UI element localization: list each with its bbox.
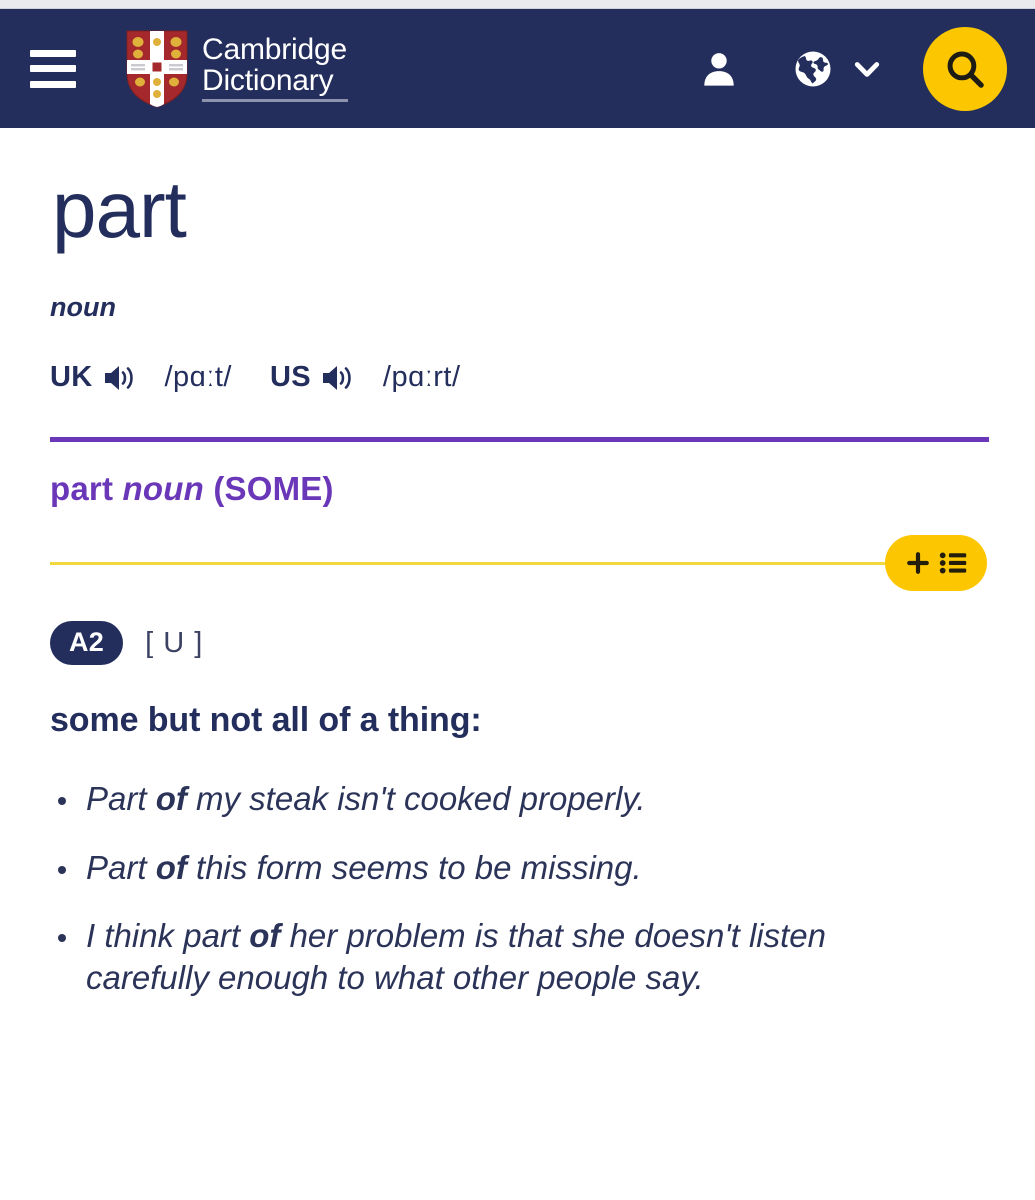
language-dropdown-chevron[interactable]	[847, 49, 887, 89]
sense-headword: part	[50, 470, 114, 507]
list-item: Part of this form seems to be missing.	[52, 847, 926, 889]
brand-line-1: Cambridge	[202, 32, 347, 66]
hamburger-menu-icon[interactable]	[30, 49, 76, 88]
hamburger-bar	[30, 65, 76, 72]
cefr-level-badge[interactable]: A2	[50, 621, 124, 666]
sense-part-of-speech: noun	[122, 470, 204, 507]
example-after: this form seems to be missing.	[186, 848, 642, 886]
amp-divider-line	[50, 561, 885, 565]
chevron-down-icon	[854, 61, 880, 77]
page-title: part	[52, 165, 187, 254]
site-logo-link[interactable]: Cambridge Dictionary	[126, 30, 348, 108]
play-audio-uk-button[interactable]	[102, 362, 138, 394]
dictionary-entry: part noun UK /pɑːt/ US /pɑːrt/ part noun…	[0, 170, 1035, 999]
globe-icon	[795, 51, 831, 86]
example-bold: of	[155, 780, 187, 818]
speaker-icon	[322, 365, 351, 390]
hamburger-bar	[30, 80, 76, 88]
example-bold: of	[155, 848, 187, 886]
search-icon	[947, 51, 984, 88]
play-audio-us-button[interactable]	[320, 362, 356, 394]
part-of-speech: noun	[50, 292, 116, 322]
account-button[interactable]	[691, 41, 747, 97]
sense-guide-word: (SOME)	[213, 470, 334, 507]
sense-divider	[50, 437, 989, 442]
examples-list: Part of my steak isn't cooked properly. …	[52, 778, 989, 999]
example-before: Part	[86, 848, 156, 886]
site-header: Cambridge Dictionary	[0, 9, 1035, 128]
example-before: Part	[86, 780, 156, 818]
speaker-icon	[104, 365, 133, 390]
list-item: Part of my steak isn't cooked properly.	[52, 778, 926, 820]
example-bold: of	[249, 916, 281, 954]
grammar-code: [ U ]	[145, 626, 204, 659]
cambridge-crest-icon	[126, 30, 188, 108]
header-actions	[691, 26, 1007, 111]
bulleted-list-icon	[939, 552, 966, 574]
browser-top-strip	[0, 0, 1035, 9]
definition-text: some but not all of a thing:	[50, 701, 482, 740]
sense-heading: part noun (SOME)	[50, 470, 989, 508]
hamburger-bar	[30, 49, 76, 57]
pronunciation-block: UK /pɑːt/ US /pɑːrt/	[50, 361, 989, 394]
list-item: I think part of her problem is that she …	[52, 915, 926, 999]
pronunciation-region-us: US	[270, 361, 311, 393]
ipa-us: /pɑːrt/	[382, 361, 461, 393]
example-before: I think part	[86, 916, 250, 954]
add-to-wordlist-button[interactable]	[885, 535, 987, 592]
plus-icon	[906, 552, 929, 575]
search-button[interactable]	[923, 26, 1007, 111]
language-selector-button[interactable]	[789, 45, 837, 93]
brand-underline	[202, 99, 348, 103]
sense-meta: A2 [ U ]	[50, 621, 989, 666]
ipa-uk: /pɑːt/	[164, 361, 232, 393]
person-icon	[704, 52, 734, 86]
wordlist-row	[50, 535, 989, 592]
example-after: my steak isn't cooked properly.	[186, 780, 646, 818]
pronunciation-region-uk: UK	[50, 361, 93, 393]
brand-line-2: Dictionary	[202, 63, 334, 97]
